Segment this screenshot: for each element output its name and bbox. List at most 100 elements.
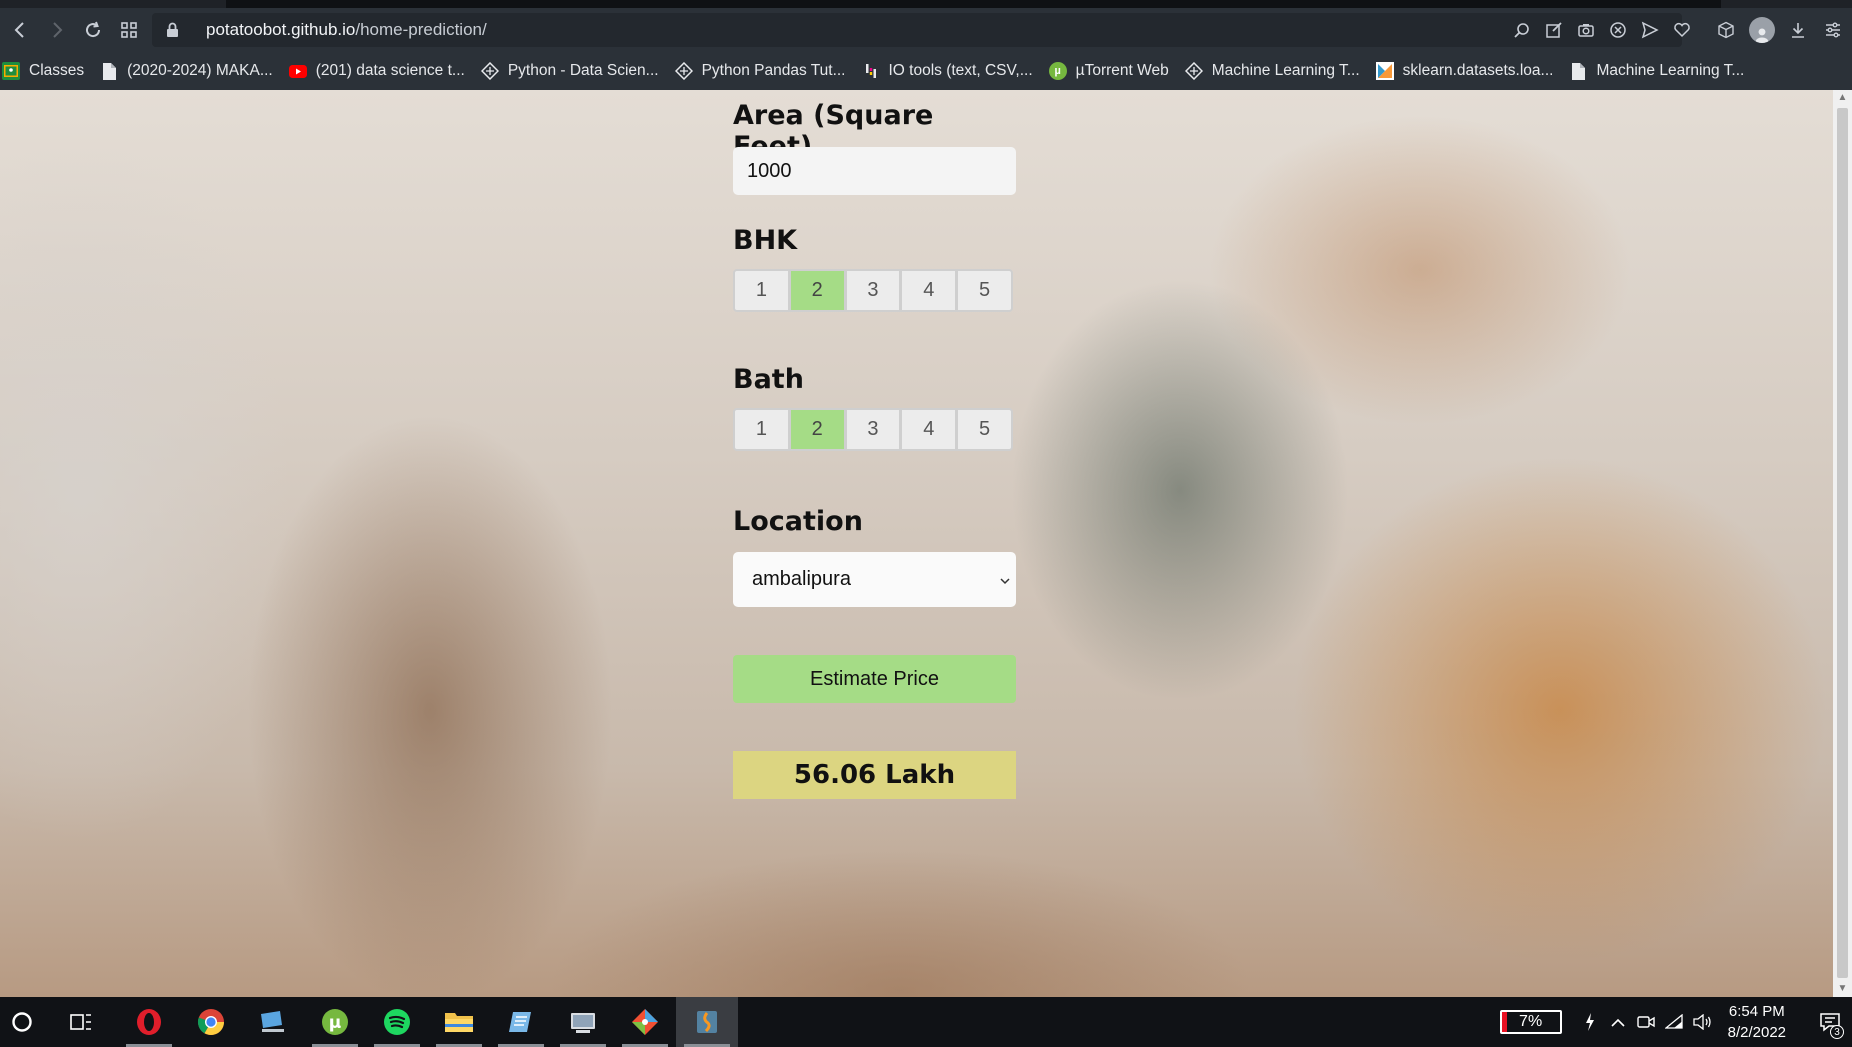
url-path: /home-prediction/: [355, 20, 487, 39]
bookmark-utorrent[interactable]: µ µTorrent Web: [1048, 62, 1169, 80]
bookmark-label: (201) data science t...: [315, 62, 465, 79]
forward-button[interactable]: [40, 8, 74, 52]
taskbar-clock[interactable]: 6:54 PM 8/2/2022: [1728, 1001, 1786, 1043]
bath-option-3[interactable]: 3: [844, 408, 901, 451]
scrollbar-thumb[interactable]: [1837, 108, 1848, 978]
cube-icon: [1718, 21, 1734, 39]
taskbar-utorrent[interactable]: µ: [304, 997, 366, 1047]
back-button[interactable]: [0, 8, 40, 52]
tabs-grid-button[interactable]: [112, 8, 146, 52]
charging-icon: [1576, 1013, 1604, 1031]
location-value: ambalipura: [752, 568, 851, 590]
taskbar-notes-app[interactable]: [490, 997, 552, 1047]
volume-icon[interactable]: [1688, 1014, 1716, 1030]
estimate-price-button[interactable]: Estimate Price: [733, 655, 1016, 703]
java-icon: [697, 1011, 717, 1033]
easy-setup-button[interactable]: [1814, 8, 1852, 52]
camera-icon: [1578, 24, 1594, 37]
meet-now-icon[interactable]: [1632, 1014, 1660, 1030]
bath-label: Bath: [733, 364, 804, 395]
send-icon: [1641, 21, 1659, 39]
snapshot-button[interactable]: [1570, 8, 1602, 52]
battery-percent: 7%: [1519, 1013, 1543, 1030]
battery-indicator[interactable]: 7%: [1499, 1010, 1562, 1034]
settings-sliders-icon: [1826, 22, 1840, 38]
bookmark-makaut[interactable]: (2020-2024) MAKA...: [100, 62, 273, 80]
adblock-button[interactable]: [1602, 8, 1634, 52]
bhk-option-2[interactable]: 2: [788, 269, 845, 312]
bookmark-label: Python Pandas Tut...: [701, 62, 846, 79]
utorrent-icon: µ: [322, 1009, 348, 1035]
page-scrollbar[interactable]: ▲ ▼: [1833, 90, 1852, 997]
bookmark-ml-tutorial[interactable]: Machine Learning T...: [1184, 62, 1360, 80]
system-tray: 7% 6:54 PM 8/2/2022 3: [1499, 997, 1852, 1047]
bath-option-5[interactable]: 5: [956, 408, 1013, 451]
taskbar-file-explorer[interactable]: [428, 997, 490, 1047]
lock-icon: [152, 22, 192, 38]
window-top-strip: [0, 0, 1852, 8]
url-domain: potatoobot.github.io: [206, 20, 356, 39]
bookmark-pandas-tut[interactable]: Python Pandas Tut...: [674, 62, 846, 80]
show-hidden-icons-button[interactable]: [1604, 1018, 1632, 1027]
scroll-up-icon[interactable]: ▲: [1833, 90, 1852, 106]
bookmark-io-tools[interactable]: IO tools (text, CSV,...: [862, 62, 1033, 80]
scroll-down-icon[interactable]: ▼: [1833, 981, 1852, 997]
bookmark-classes[interactable]: Classes: [2, 62, 84, 80]
git-kraken-icon: [632, 1009, 658, 1035]
taskbar-desktop-app[interactable]: [242, 997, 304, 1047]
geeks-icon: [1184, 62, 1203, 80]
bath-option-2[interactable]: 2: [788, 408, 845, 451]
taskbar-git-app[interactable]: [614, 997, 676, 1047]
send-button[interactable]: [1634, 8, 1666, 52]
block-icon: [1610, 22, 1626, 38]
clock-date: 8/2/2022: [1727, 1024, 1786, 1041]
favorite-button[interactable]: [1666, 8, 1698, 52]
document-icon: [100, 62, 118, 80]
youtube-icon: [288, 62, 307, 80]
bath-option-4[interactable]: 4: [900, 408, 957, 451]
bookmark-label: Classes: [29, 62, 85, 79]
bhk-option-5[interactable]: 5: [956, 269, 1013, 312]
address-bar[interactable]: potatoobot.github.io/home-prediction/: [152, 13, 1682, 47]
bookmark-sklearn[interactable]: sklearn.datasets.loa...: [1375, 62, 1553, 80]
extensions-button[interactable]: [1710, 8, 1742, 52]
bhk-option-1[interactable]: 1: [733, 269, 789, 312]
utorrent-icon: µ: [1048, 62, 1067, 80]
task-view-button[interactable]: [44, 997, 118, 1047]
bhk-option-4[interactable]: 4: [900, 269, 957, 312]
taskbar-spotify[interactable]: [366, 997, 428, 1047]
url-text: potatoobot.github.io/home-prediction/: [206, 20, 487, 40]
svg-text:µ: µ: [329, 1013, 342, 1033]
bookmark-youtube[interactable]: (201) data science t...: [288, 62, 465, 80]
location-select[interactable]: ambalipura: [733, 552, 1016, 607]
downloads-button[interactable]: [1782, 8, 1814, 52]
taskbar-java-app[interactable]: [676, 997, 738, 1047]
sklearn-icon: [1375, 62, 1394, 80]
forward-icon: [53, 22, 63, 38]
page-background: Area (Square Feet) BHK 1 2 3 4 5 Bath 1 …: [0, 90, 1833, 997]
search-page-button[interactable]: [1506, 8, 1538, 52]
bath-option-1[interactable]: 1: [733, 408, 789, 451]
spotify-icon: [384, 1009, 410, 1035]
chrome-icon: [197, 1009, 225, 1036]
location-label: Location: [733, 506, 863, 537]
bookmark-label: Machine Learning T...: [1596, 62, 1745, 79]
bookmark-python-ds[interactable]: Python - Data Scien...: [480, 62, 659, 80]
clock-time: 6:54 PM: [1728, 1003, 1785, 1020]
bookmark-ml-tutorial-2[interactable]: Machine Learning T...: [1569, 62, 1744, 80]
download-icon: [1792, 23, 1804, 38]
reload-button[interactable]: [74, 8, 112, 52]
taskbar-chrome[interactable]: [180, 997, 242, 1047]
taskbar-snipping-app[interactable]: [552, 997, 614, 1047]
area-input[interactable]: [733, 147, 1016, 195]
action-center-button[interactable]: 3: [1808, 997, 1852, 1047]
geeks-icon: [480, 62, 499, 80]
bhk-option-3[interactable]: 3: [844, 269, 901, 312]
edit-button[interactable]: [1538, 8, 1570, 52]
bookmark-label: IO tools (text, CSV,...: [888, 62, 1033, 79]
cortana-button[interactable]: [0, 997, 44, 1047]
classroom-icon: [2, 62, 20, 80]
profile-button[interactable]: [1742, 8, 1782, 52]
taskbar-opera[interactable]: [118, 997, 180, 1047]
wifi-icon[interactable]: [1660, 1014, 1688, 1030]
